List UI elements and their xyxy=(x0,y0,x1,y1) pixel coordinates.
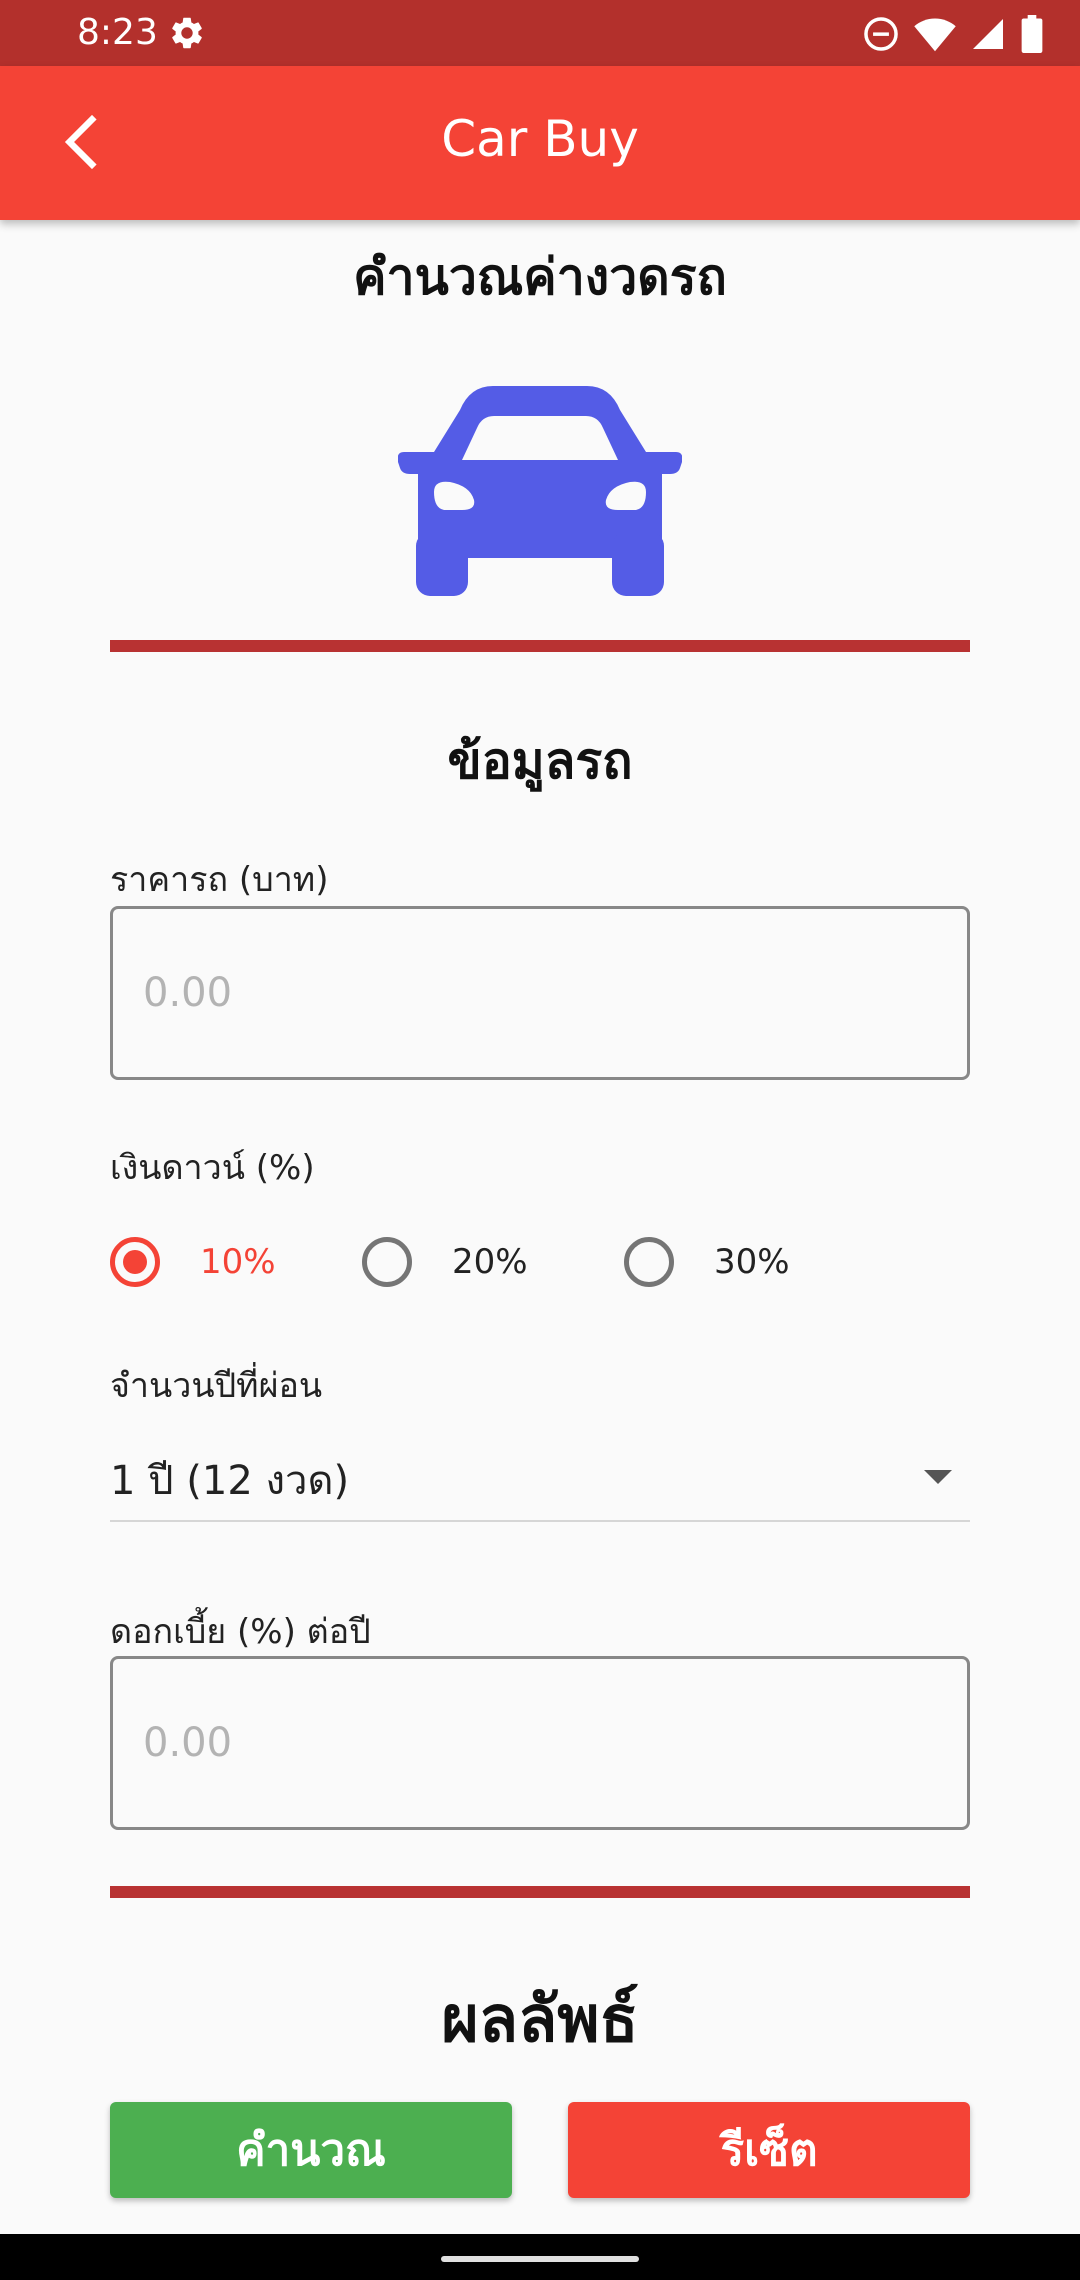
reset-button[interactable]: รีเซ็ต xyxy=(568,2102,970,2198)
do-not-disturb-icon xyxy=(864,17,898,51)
app-title: Car Buy xyxy=(441,110,639,168)
divider xyxy=(110,1886,970,1898)
page-title: คำนวณค่างวดรถ xyxy=(353,248,727,306)
radio-label: 10% xyxy=(200,1242,276,1282)
car-icon xyxy=(398,386,682,596)
app-bar: Car Buy xyxy=(0,66,1080,220)
down-payment-option-10[interactable]: 10% xyxy=(110,1232,276,1292)
battery-icon xyxy=(1021,15,1043,53)
cell-signal-icon xyxy=(973,19,1003,49)
interest-label: ดอกเบี้ย (%) ต่อปี xyxy=(110,1612,371,1652)
result-title: ผลลัพธ์ xyxy=(441,1983,639,2057)
down-payment-label: เงินดาวน์ (%) xyxy=(110,1148,315,1188)
down-payment-radio-group: 10% 20% 30% xyxy=(110,1232,970,1292)
home-gesture-handle[interactable] xyxy=(441,2256,639,2262)
radio-label: 30% xyxy=(714,1242,790,1282)
down-payment-option-30[interactable]: 30% xyxy=(624,1232,790,1292)
status-icons xyxy=(862,14,1044,54)
status-bar: 8:23 xyxy=(0,0,1080,66)
wifi-icon xyxy=(914,18,956,52)
radio-unchecked-icon[interactable] xyxy=(624,1237,674,1287)
status-time: 8:23 xyxy=(77,12,158,53)
dropdown-arrow-icon xyxy=(924,1470,952,1484)
price-label: ราคารถ (บาท) xyxy=(110,860,329,900)
radio-checked-icon[interactable] xyxy=(110,1237,160,1287)
years-dropdown-value: 1 ปี (12 งวด) xyxy=(110,1458,350,1504)
divider xyxy=(110,640,970,652)
radio-unchecked-icon[interactable] xyxy=(362,1237,412,1287)
radio-label: 20% xyxy=(452,1242,528,1282)
years-dropdown[interactable]: 1 ปี (12 งวด) xyxy=(110,1440,970,1522)
years-label: จำนวนปีที่ผ่อน xyxy=(110,1366,323,1406)
interest-input[interactable] xyxy=(110,1656,970,1830)
calculate-button[interactable]: คำนวณ xyxy=(110,2102,512,2198)
section-title: ข้อมูลรถ xyxy=(447,732,633,790)
settings-icon xyxy=(172,17,202,49)
price-input[interactable] xyxy=(110,906,970,1080)
down-payment-option-20[interactable]: 20% xyxy=(362,1232,528,1292)
